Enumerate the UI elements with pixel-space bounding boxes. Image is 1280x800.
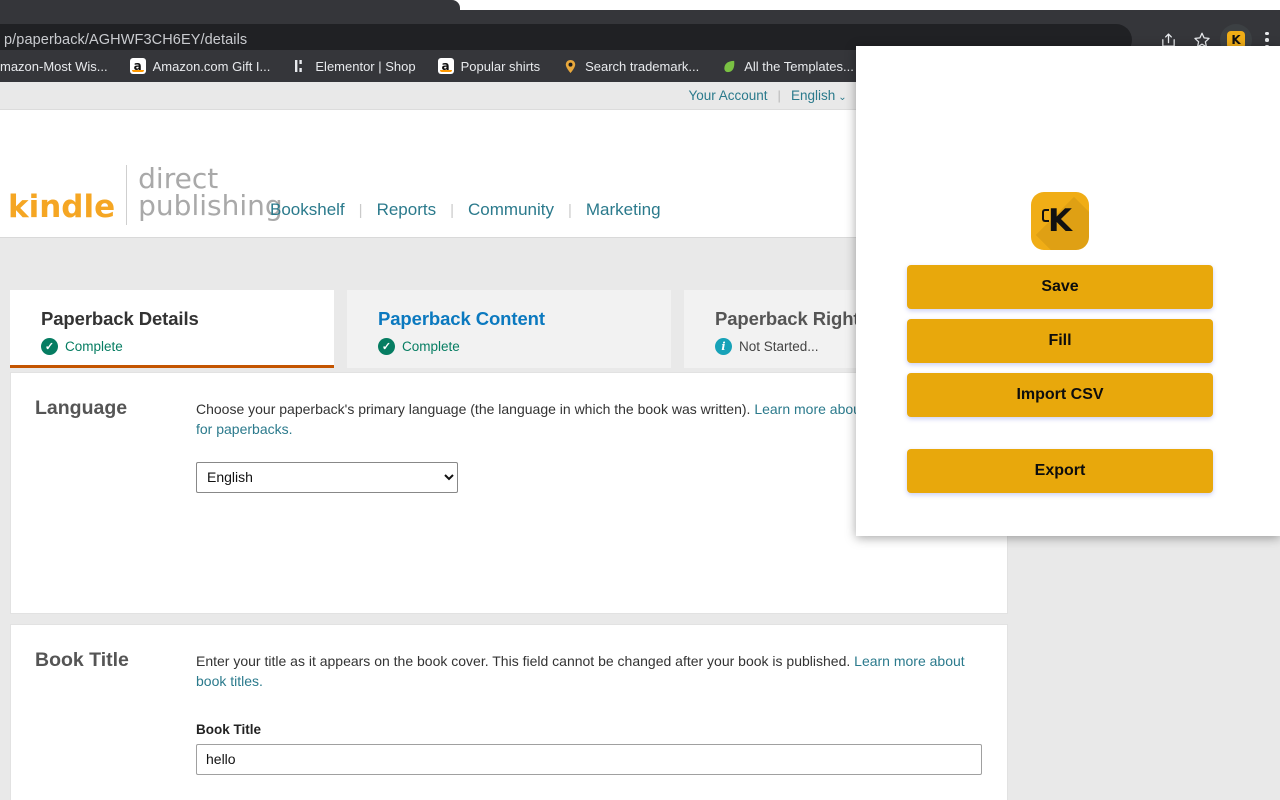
nav-marketing[interactable]: Marketing xyxy=(572,200,675,220)
extension-logo-icon: K xyxy=(1031,192,1089,250)
book-title-input[interactable] xyxy=(196,743,982,775)
info-circle-icon: i xyxy=(715,338,732,355)
tab-status: ✓ Complete xyxy=(41,338,334,355)
section-title: Book Title xyxy=(35,649,129,671)
bookmark-label: Amazon.com Gift I... xyxy=(152,58,271,74)
tab-status-label: Complete xyxy=(65,339,123,354)
export-button[interactable]: Export xyxy=(907,449,1213,493)
extension-popup-content: K Save Fill Import CSV Export xyxy=(856,46,1264,536)
browser-tab[interactable] xyxy=(0,0,460,10)
leaf-favicon xyxy=(721,58,737,74)
tab-status: ✓ Complete xyxy=(378,338,671,355)
bookmark-item[interactable]: Popular shirts xyxy=(427,54,551,78)
bookmark-label: Popular shirts xyxy=(460,58,541,74)
bookmark-label: All the Templates... xyxy=(744,58,854,74)
book-title-section: Book Title Enter your title as it appear… xyxy=(10,624,1008,800)
kdp-logo-divider xyxy=(126,165,128,225)
check-circle-icon: ✓ xyxy=(41,338,58,355)
your-account-link[interactable]: Your Account xyxy=(688,88,767,103)
section-title: Language xyxy=(35,397,128,419)
bookmark-item[interactable]: All the Templates... xyxy=(710,54,865,78)
extension-popup: K Save Fill Import CSV Export xyxy=(856,46,1280,536)
screen: p/paperback/AGHWF3CH6EY/details K mazon-… xyxy=(0,0,1280,800)
bookmark-label: Elementor | Shop xyxy=(315,58,416,74)
section-body: Enter your title as it appears on the bo… xyxy=(196,651,983,800)
nav-community[interactable]: Community xyxy=(454,200,568,220)
elementor-favicon xyxy=(292,58,308,74)
language-selector-link[interactable]: English ⌄ xyxy=(791,88,847,103)
fill-button[interactable]: Fill xyxy=(907,319,1213,363)
book-title-description-text: Enter your title as it appears on the bo… xyxy=(196,653,855,669)
language-description-text: Choose your paperback's primary language… xyxy=(196,401,755,417)
extension-logo-letter: K xyxy=(1041,202,1073,239)
address-bar-url: p/paperback/AGHWF3CH6EY/details xyxy=(4,32,248,48)
amazon-favicon xyxy=(129,58,146,74)
bookmark-item[interactable]: Elementor | Shop xyxy=(281,54,426,78)
amazon-favicon xyxy=(437,58,454,74)
tab-title: Paperback Details xyxy=(41,308,199,329)
bookmark-item[interactable]: Amazon.com Gift I... xyxy=(119,54,282,78)
tab-status-label: Complete xyxy=(402,339,460,354)
bookmark-label: mazon-Most Wis... xyxy=(0,58,108,74)
kdp-logo[interactable]: kindle direct publishing xyxy=(8,165,283,225)
language-select[interactable]: English xyxy=(196,461,458,493)
tab-paperback-content[interactable]: Paperback Content ✓ Complete xyxy=(347,290,671,368)
check-circle-icon: ✓ xyxy=(378,338,395,355)
bookmark-item[interactable]: Search trademark... xyxy=(551,54,710,78)
utility-divider: | xyxy=(777,88,781,103)
save-button[interactable]: Save xyxy=(907,265,1213,309)
tab-status-label: Not Started... xyxy=(739,339,819,354)
learn-more-language-link-cont[interactable]: for paperbacks. xyxy=(196,421,293,437)
kdp-main-nav: Bookshelf | Reports | Community | Market… xyxy=(256,200,675,220)
chevron-down-icon: ⌄ xyxy=(838,92,847,103)
language-selector-label: English xyxy=(790,88,836,103)
browser-toolbar: p/paperback/AGHWF3CH6EY/details K xyxy=(0,10,1280,56)
bookmark-label: Search trademark... xyxy=(585,58,700,74)
nav-bookshelf[interactable]: Bookshelf xyxy=(256,200,359,220)
book-title-field-label: Book Title xyxy=(196,721,262,737)
tab-title: Paperback Content xyxy=(378,308,545,329)
tab-paperback-details[interactable]: Paperback Details ✓ Complete xyxy=(10,290,334,368)
kdp-logo-kindle: kindle xyxy=(8,189,116,225)
trademark-favicon xyxy=(562,58,578,74)
book-title-description: Enter your title as it appears on the bo… xyxy=(196,651,983,692)
nav-reports[interactable]: Reports xyxy=(363,200,451,220)
bookmark-item[interactable]: mazon-Most Wis... xyxy=(0,54,119,78)
import-csv-button[interactable]: Import CSV xyxy=(907,373,1213,417)
browser-tabstrip xyxy=(0,0,1280,10)
